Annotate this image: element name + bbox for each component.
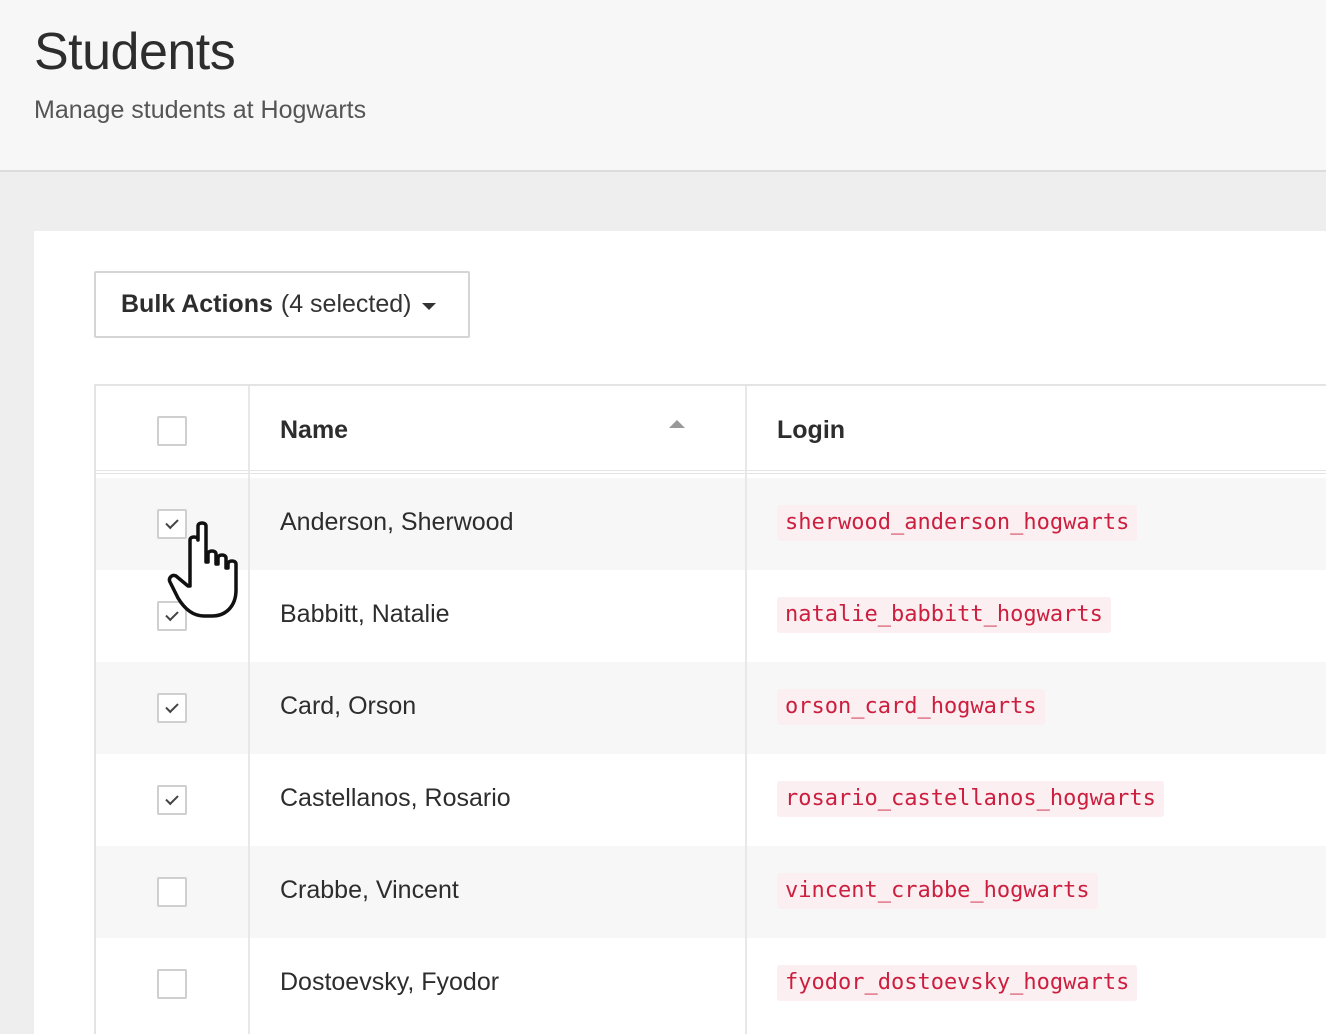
- row-checkbox[interactable]: [157, 601, 187, 631]
- table-row[interactable]: Dostoevsky, Fyodor fyodor_dostoevsky_hogw…: [96, 938, 1326, 1030]
- checkmark-icon: [165, 699, 179, 714]
- student-login: fyodor_dostoevsky_hogwarts: [777, 965, 1138, 1001]
- student-name: Crabbe, Vincent: [280, 876, 459, 904]
- caret-down-icon: [421, 303, 436, 310]
- students-table: Anderson, Sherwood sherwood_anderson_hogw…: [94, 384, 1326, 1034]
- column-divider: [248, 386, 250, 1034]
- bulk-actions-button[interactable]: Bulk Actions (4 selected): [94, 271, 470, 338]
- sort-ascending-icon[interactable]: [669, 420, 685, 428]
- row-checkbox[interactable]: [157, 785, 187, 815]
- row-checkbox[interactable]: [157, 877, 187, 907]
- table-row[interactable]: Castellanos, Rosario rosario_castellanos_…: [96, 754, 1326, 846]
- student-login: orson_card_hogwarts: [777, 689, 1045, 725]
- column-header-name[interactable]: Name: [280, 416, 348, 445]
- table-row[interactable]: Card, Orson orson_card_hogwarts: [96, 662, 1326, 754]
- student-login: natalie_babbitt_hogwarts: [777, 597, 1111, 633]
- table-row[interactable]: Babbitt, Natalie natalie_babbitt_hogwarts: [96, 570, 1326, 662]
- student-login: sherwood_anderson_hogwarts: [777, 505, 1138, 541]
- bulk-actions-label: Bulk Actions: [121, 290, 273, 318]
- student-name: Castellanos, Rosario: [280, 784, 511, 812]
- bulk-actions-count: (4 selected): [280, 290, 412, 318]
- row-checkbox[interactable]: [157, 969, 187, 999]
- student-name: Babbitt, Natalie: [280, 600, 450, 628]
- checkmark-icon: [165, 607, 179, 622]
- table-row[interactable]: Crabbe, Vincent vincent_crabbe_hogwarts: [96, 846, 1326, 938]
- student-name: Dostoevsky, Fyodor: [280, 968, 500, 996]
- column-header-login[interactable]: Login: [777, 416, 845, 445]
- row-checkbox[interactable]: [157, 693, 187, 723]
- checkmark-icon: [165, 515, 179, 530]
- students-panel: Bulk Actions (4 selected) Anderson, Sher…: [34, 231, 1326, 1034]
- student-login: vincent_crabbe_hogwarts: [777, 873, 1098, 909]
- column-divider: [745, 386, 747, 1034]
- student-name: Anderson, Sherwood: [280, 508, 514, 536]
- student-login: rosario_castellanos_hogwarts: [777, 781, 1164, 817]
- page-subtitle: Manage students at Hogwarts: [34, 96, 367, 124]
- table-header: Name Login: [96, 386, 1326, 474]
- checkmark-icon: [165, 791, 179, 806]
- row-checkbox[interactable]: [157, 509, 187, 539]
- student-name: Card, Orson: [280, 692, 417, 720]
- table-row[interactable]: Anderson, Sherwood sherwood_anderson_hogw…: [96, 478, 1326, 570]
- select-all-checkbox[interactable]: [157, 416, 187, 446]
- page-title: Students: [34, 23, 236, 81]
- page-header: Students Manage students at Hogwarts: [0, 0, 1326, 172]
